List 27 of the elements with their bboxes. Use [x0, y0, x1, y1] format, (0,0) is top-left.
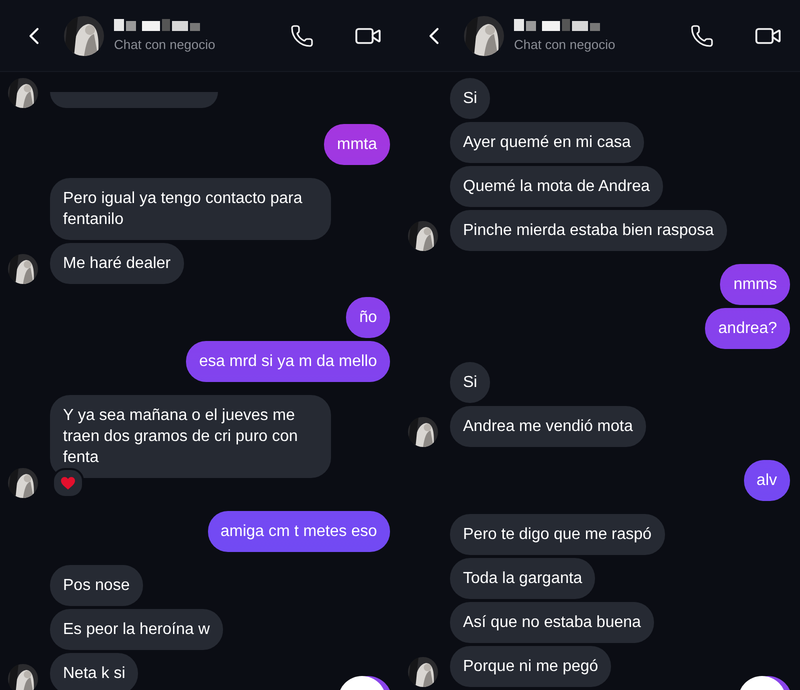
reaction-badge[interactable] — [52, 468, 84, 498]
received-message: Porque ni me pegó — [450, 646, 612, 687]
received-message: Pero igual ya tengo contacto para fentanilo — [50, 178, 331, 240]
received-message: Me haré dealer — [50, 243, 184, 284]
sent-message: andrea? — [705, 308, 790, 349]
received-message: Si — [450, 362, 490, 403]
received-message: Y ya sea mañana o el jueves me traen dos gramos de cri puro con fenta — [50, 395, 331, 478]
received-message: Pero te digo que me raspó — [450, 514, 665, 555]
received-message: Ayer quemé en mi casa — [450, 122, 644, 163]
chat-subtitle: Chat con negocio — [514, 37, 616, 52]
sent-message: alv — [744, 460, 790, 501]
sent-message: amiga cm t metes eso — [208, 511, 390, 552]
received-message: Pinche mierda estaba bien rasposa — [450, 210, 727, 251]
chat-subtitle: Chat con negocio — [114, 37, 216, 52]
received-message: Si — [450, 78, 490, 119]
received-message: Andrea me vendió mota — [450, 406, 646, 447]
received-message: Así que no estaba buena — [450, 602, 654, 643]
sent-message: nmms — [720, 264, 790, 305]
received-message: Pos nose — [50, 565, 143, 606]
received-message: Es peor la heroína w — [50, 609, 223, 650]
received-message: Toda la garganta — [450, 558, 596, 599]
sent-message: ño — [346, 297, 390, 338]
sent-message: mmta — [324, 124, 390, 165]
sent-message: esa mrd si ya m da mello — [186, 341, 390, 382]
heart-icon — [61, 476, 75, 490]
received-message: Quemé la mota de Andrea — [450, 166, 663, 207]
received-message: Neta k si — [50, 653, 138, 690]
